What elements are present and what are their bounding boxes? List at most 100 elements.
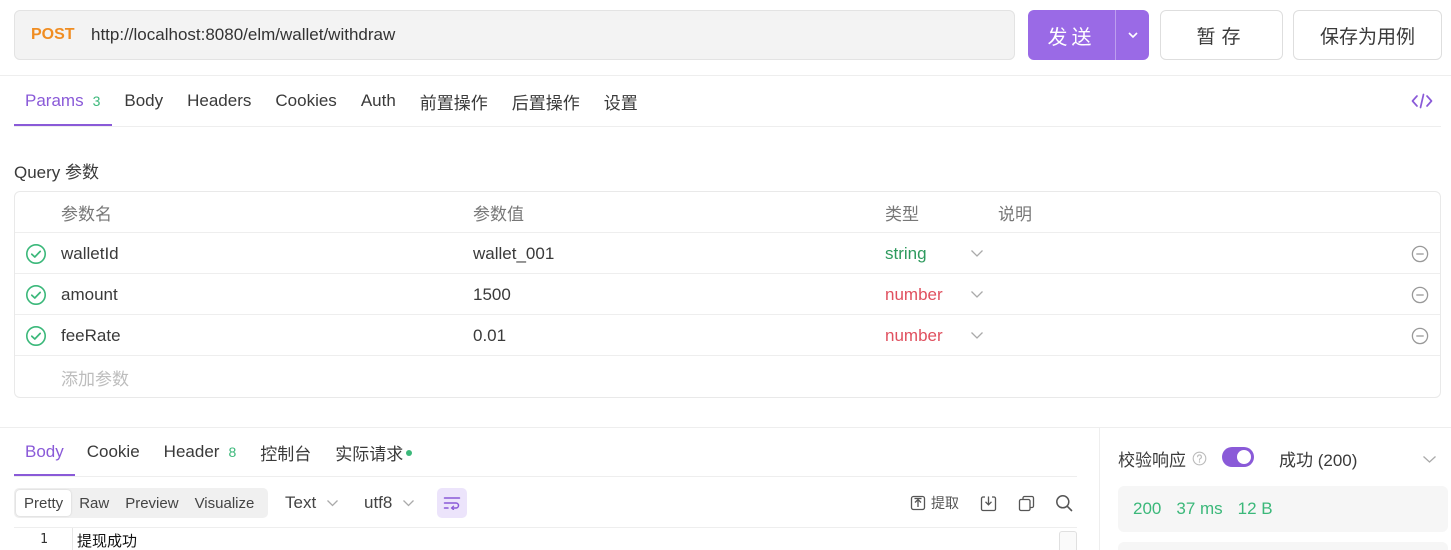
search-button[interactable] [1055, 492, 1073, 514]
send-button[interactable]: 发送 [1028, 10, 1116, 60]
response-body-editor[interactable]: 1 提现成功 [14, 527, 1077, 550]
format-pretty[interactable]: Pretty [16, 490, 72, 516]
response-tabs: Body Cookie Header 8 控制台 实际请求 [14, 428, 424, 476]
check-circle-icon [26, 284, 46, 305]
send-button-group: 发送 [1028, 10, 1149, 60]
validation-status[interactable]: 成功 (200) [1279, 446, 1357, 471]
line-number: 1 [40, 532, 48, 547]
url-bar[interactable]: POST http://localhost:8080/elm/wallet/wi… [14, 10, 1015, 60]
tab-settings[interactable]: 设置 [592, 76, 650, 126]
format-visualize[interactable]: Visualize [187, 490, 263, 516]
chevron-down-icon [1423, 456, 1436, 463]
save-button[interactable]: 暂存 [1160, 10, 1283, 60]
tab-response-body[interactable]: Body [14, 428, 75, 476]
tab-response-header[interactable]: Header 8 [152, 428, 249, 476]
chevron-down-icon [403, 500, 415, 507]
param-value[interactable]: 1500 [473, 274, 511, 315]
remove-param-button[interactable] [1411, 315, 1429, 356]
enabled-checkbox[interactable] [25, 233, 47, 274]
tab-response-cookie[interactable]: Cookie [75, 428, 152, 476]
copy-button[interactable] [1018, 492, 1035, 514]
enabled-checkbox[interactable] [25, 315, 47, 356]
response-line: 提现成功 [77, 533, 138, 550]
query-section-label: Query 参数 [14, 163, 100, 182]
tab-actual-request[interactable]: 实际请求 [323, 428, 424, 476]
remove-param-button[interactable] [1411, 233, 1429, 274]
table-row: walletId wallet_001 string [15, 233, 1440, 274]
chevron-down-icon [1127, 32, 1138, 39]
format-raw[interactable]: Raw [71, 490, 117, 516]
wrap-lines-icon [443, 497, 461, 510]
tab-post-operations[interactable]: 后置操作 [500, 76, 592, 126]
validate-toggle[interactable] [1222, 447, 1254, 467]
chevron-down-icon [971, 332, 983, 339]
encoding-select[interactable]: utf8 [364, 488, 415, 518]
tab-params[interactable]: Params 3 [14, 76, 113, 126]
response-time: 37 ms [1176, 499, 1223, 518]
panel-divider [1099, 428, 1100, 550]
validate-response-label: 校验响应 [1118, 446, 1207, 471]
validate-label-text: 校验响应 [1118, 451, 1186, 470]
tab-console[interactable]: 控制台 [248, 428, 323, 476]
param-type[interactable]: string [885, 233, 927, 274]
encoding-value: utf8 [364, 493, 393, 512]
params-count-badge: 3 [92, 93, 101, 109]
column-header-description: 说明 [998, 205, 1032, 224]
minus-circle-icon [1411, 327, 1429, 344]
header-count-badge: 8 [228, 444, 237, 460]
table-row: amount 1500 number [15, 274, 1440, 315]
enabled-checkbox[interactable] [25, 274, 47, 315]
code-icon[interactable] [1411, 92, 1433, 110]
response-size: 12 B [1237, 499, 1273, 518]
format-preview[interactable]: Preview [117, 490, 186, 516]
type-dropdown[interactable] [970, 315, 984, 356]
param-type[interactable]: number [885, 274, 943, 315]
help-circle-icon [1192, 451, 1207, 466]
url-input[interactable]: http://localhost:8080/elm/wallet/withdra… [91, 25, 395, 45]
help-button[interactable] [1192, 451, 1207, 466]
extract-button[interactable]: 提取 [910, 492, 959, 514]
chevron-down-icon [327, 500, 339, 507]
param-name[interactable]: feeRate [61, 315, 121, 356]
tab-label: Header [163, 442, 220, 461]
table-header-row: 参数名 参数值 类型 说明 [15, 192, 1440, 233]
tab-body[interactable]: Body [112, 76, 175, 126]
content-type-select[interactable]: Text [285, 488, 339, 518]
chevron-down-icon [971, 250, 983, 257]
minus-circle-icon [1411, 286, 1429, 303]
status-code: 200 [1133, 499, 1162, 518]
send-dropdown-button[interactable] [1116, 10, 1149, 60]
column-header-value: 参数值 [473, 205, 524, 224]
tab-auth[interactable]: Auth [349, 76, 408, 126]
check-circle-icon [26, 243, 46, 264]
chevron-down-icon [971, 291, 983, 298]
search-icon [1056, 495, 1073, 512]
extract-icon [910, 495, 926, 511]
param-name[interactable]: amount [61, 274, 118, 315]
remove-param-button[interactable] [1411, 274, 1429, 315]
divider [14, 476, 1077, 477]
param-type[interactable]: number [885, 315, 943, 356]
param-name[interactable]: walletId [61, 233, 119, 274]
scrollbar[interactable] [1059, 531, 1077, 550]
download-button[interactable] [980, 492, 997, 514]
word-wrap-button[interactable] [437, 488, 467, 518]
response-stats: 200 37 ms 12 B [1118, 486, 1448, 532]
download-icon [980, 495, 997, 511]
divider [14, 126, 1441, 127]
minus-circle-icon [1411, 245, 1429, 262]
content-type-value: Text [285, 493, 317, 512]
type-dropdown[interactable] [970, 233, 984, 274]
validation-expand-button[interactable] [1422, 449, 1437, 469]
tab-pre-operations[interactable]: 前置操作 [408, 76, 500, 126]
add-param-input[interactable]: 添加参数 [61, 357, 129, 398]
save-as-case-button[interactable]: 保存为用例 [1293, 10, 1442, 60]
http-method[interactable]: POST [31, 26, 89, 44]
type-dropdown[interactable] [970, 274, 984, 315]
tab-headers[interactable]: Headers [175, 76, 263, 126]
tab-cookies[interactable]: Cookies [263, 76, 348, 126]
status-dot [406, 450, 413, 456]
param-value[interactable]: 0.01 [473, 315, 506, 356]
table-row: feeRate 0.01 number [15, 315, 1440, 356]
param-value[interactable]: wallet_001 [473, 233, 554, 274]
